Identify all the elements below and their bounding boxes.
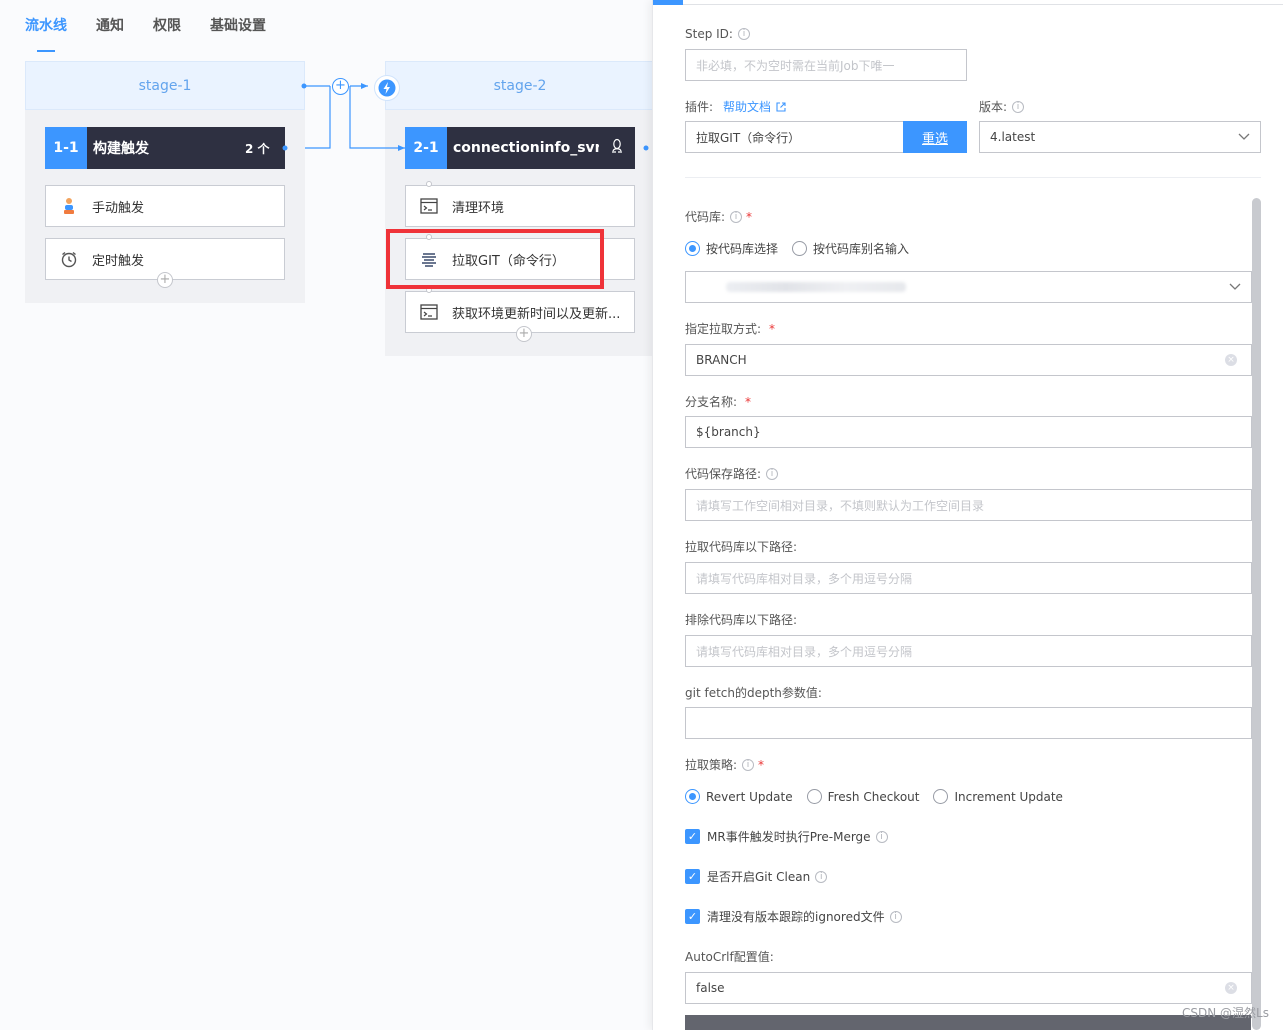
branch-input[interactable]: ${branch} bbox=[685, 416, 1252, 448]
radio-select-repo[interactable]: 按代码库选择 bbox=[685, 240, 778, 257]
include-path-label: 拉取代码库以下路径: bbox=[685, 540, 798, 554]
help-doc-link[interactable]: 帮助文档 bbox=[723, 98, 787, 115]
version-select[interactable]: 4.latest bbox=[979, 121, 1261, 153]
atom-label: 定时触发 bbox=[92, 253, 145, 269]
strategy-label: 拉取策略: i * bbox=[685, 757, 765, 773]
plugin-label: 插件: 帮助文档 bbox=[685, 98, 787, 115]
info-icon[interactable]: i bbox=[889, 910, 902, 923]
add-stage-icon[interactable]: + bbox=[332, 78, 349, 95]
include-path-input[interactable]: 请填写代码库相对目录，多个用逗号分隔 bbox=[685, 562, 1252, 594]
strategy-radios: Revert Update Fresh Checkout Increment U… bbox=[685, 789, 1077, 804]
check-icon[interactable]: ✓ bbox=[685, 869, 700, 884]
panel-top-line bbox=[653, 0, 1283, 5]
repo-select[interactable] bbox=[685, 271, 1252, 303]
reselect-button[interactable]: 重选 bbox=[903, 121, 967, 153]
check-icon[interactable]: ✓ bbox=[685, 909, 700, 924]
save-path-input[interactable]: 请填写工作空间相对目录，不填则默认为工作空间目录 bbox=[685, 489, 1252, 521]
depth-label: git fetch的depth参数值: bbox=[685, 686, 822, 700]
pull-type-value: BRANCH bbox=[696, 353, 747, 367]
info-icon[interactable]: i bbox=[815, 870, 828, 883]
save-path-label: 代码保存路径: i bbox=[685, 465, 779, 482]
info-icon[interactable]: i bbox=[875, 830, 888, 843]
clear-icon[interactable]: × bbox=[1225, 354, 1237, 366]
chevron-down-icon bbox=[1238, 130, 1250, 144]
pull-type-select[interactable]: BRANCH × bbox=[685, 344, 1252, 376]
alarm-clock-icon bbox=[46, 250, 92, 268]
radio-repo-alias[interactable]: 按代码库别名输入 bbox=[792, 240, 909, 257]
branch-label: 分支名称: * bbox=[685, 394, 752, 410]
exclude-path-label: 排除代码库以下路径: bbox=[685, 613, 798, 627]
info-icon[interactable]: i bbox=[730, 210, 743, 223]
info-icon[interactable]: i bbox=[1012, 100, 1025, 113]
autocrlf-value: false bbox=[696, 981, 725, 995]
scrollbar[interactable] bbox=[1252, 198, 1261, 1030]
stage-connectors bbox=[282, 83, 649, 151]
terminal-icon bbox=[406, 198, 452, 214]
terminal-icon bbox=[406, 304, 452, 320]
autocrlf-label: AutoCrlf配置值: bbox=[685, 950, 774, 964]
info-icon[interactable]: i bbox=[742, 758, 755, 771]
radio-revert-update[interactable]: Revert Update bbox=[685, 789, 793, 804]
repo-label: 代码库: i * bbox=[685, 209, 753, 225]
highlight-box bbox=[386, 229, 604, 289]
check-icon[interactable]: ✓ bbox=[685, 829, 700, 844]
clear-icon[interactable]: × bbox=[1225, 982, 1237, 994]
exclude-path-input[interactable]: 请填写代码库相对目录，多个用逗号分隔 bbox=[685, 635, 1252, 667]
divider bbox=[685, 177, 1261, 178]
info-icon[interactable]: i bbox=[766, 467, 779, 480]
panel-top-tab bbox=[653, 0, 683, 5]
version-label: 版本: i bbox=[979, 98, 1025, 115]
radio-increment-update[interactable]: Increment Update bbox=[933, 789, 1063, 804]
version-value: 4.latest bbox=[990, 130, 1036, 144]
chevron-down-icon bbox=[1229, 280, 1241, 294]
blurred-repo-name bbox=[726, 282, 906, 292]
repo-mode-radios: 按代码库选择 按代码库别名输入 bbox=[685, 240, 923, 257]
checkbox-git-clean[interactable]: ✓ 是否开启Git Clean i bbox=[685, 868, 828, 885]
checkbox-pre-merge[interactable]: ✓ MR事件触发时执行Pre-Merge i bbox=[685, 828, 888, 845]
step-id-input[interactable]: 非必填，不为空时需在当前Job下唯一 bbox=[685, 49, 967, 81]
atom-property-panel: Step ID: i 非必填，不为空时需在当前Job下唯一 插件: 帮助文档 拉取… bbox=[652, 0, 1283, 1030]
pull-type-label: 指定拉取方式: * bbox=[685, 321, 776, 337]
depth-input[interactable] bbox=[685, 707, 1252, 739]
add-atom-icon[interactable]: + bbox=[516, 326, 532, 342]
bottom-bar bbox=[685, 1015, 1251, 1030]
autocrlf-select[interactable]: false × bbox=[685, 972, 1252, 1004]
step-id-label: Step ID: i bbox=[685, 27, 750, 41]
external-link-icon bbox=[776, 101, 786, 112]
add-atom-icon[interactable]: + bbox=[157, 272, 173, 288]
watermark: CSDN @湿然Ls bbox=[1182, 1006, 1269, 1020]
lightning-icon[interactable] bbox=[374, 75, 400, 101]
info-icon[interactable]: i bbox=[737, 28, 750, 40]
checkbox-clean-ignored[interactable]: ✓ 清理没有版本跟踪的ignored文件 i bbox=[685, 908, 902, 925]
radio-fresh-checkout[interactable]: Fresh Checkout bbox=[806, 789, 919, 804]
plugin-input[interactable]: 拉取GIT（命令行） bbox=[685, 121, 904, 153]
atom-label: 获取环境更新时间以及更新... bbox=[452, 306, 621, 322]
